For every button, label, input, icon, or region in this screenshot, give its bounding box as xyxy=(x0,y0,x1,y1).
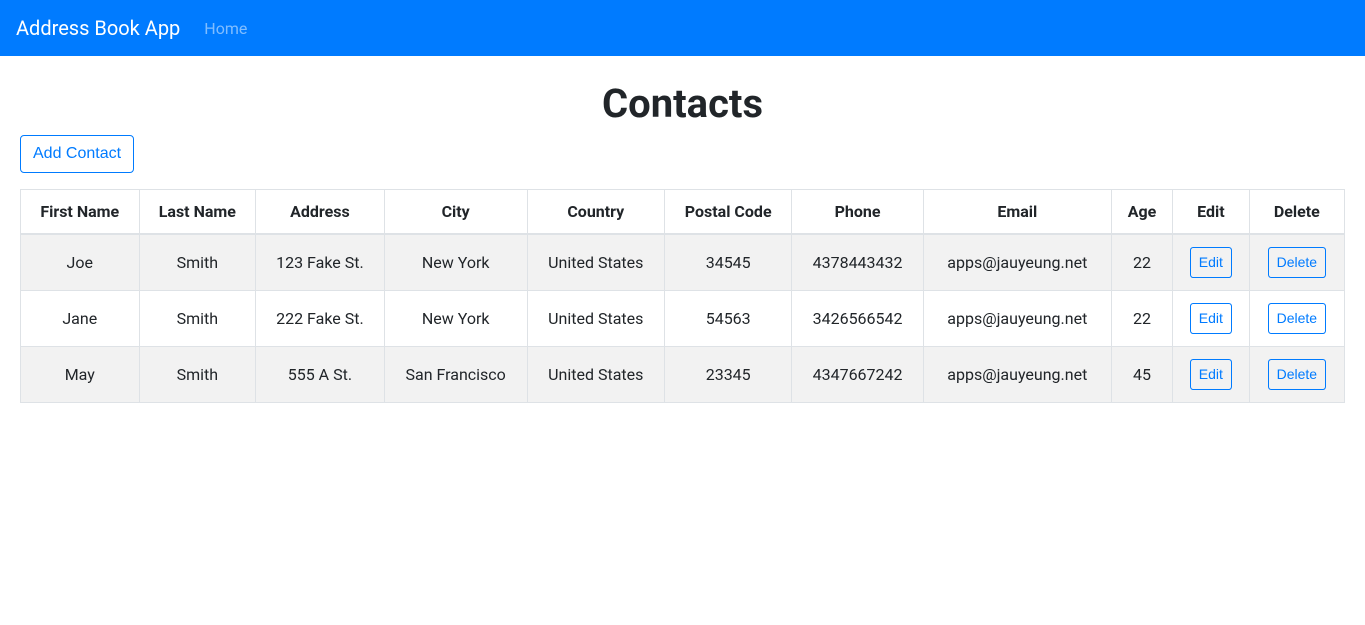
th-address: Address xyxy=(256,190,385,235)
cell-edit: Edit xyxy=(1173,291,1250,347)
cell-email: apps@jauyeung.net xyxy=(923,234,1111,291)
edit-button[interactable]: Edit xyxy=(1190,247,1232,278)
cell-first-name: Jane xyxy=(21,291,140,347)
cell-edit: Edit xyxy=(1173,347,1250,403)
cell-country: United States xyxy=(527,347,664,403)
cell-first-name: Joe xyxy=(21,234,140,291)
cell-last-name: Smith xyxy=(139,234,256,291)
edit-button[interactable]: Edit xyxy=(1190,359,1232,390)
navbar: Address Book App Home xyxy=(0,0,1365,56)
cell-last-name: Smith xyxy=(139,347,256,403)
cell-delete: Delete xyxy=(1249,347,1344,403)
cell-edit: Edit xyxy=(1173,234,1250,291)
edit-button[interactable]: Edit xyxy=(1190,303,1232,334)
th-email: Email xyxy=(923,190,1111,235)
cell-postal-code: 23345 xyxy=(664,347,792,403)
delete-button[interactable]: Delete xyxy=(1268,247,1326,278)
cell-delete: Delete xyxy=(1249,291,1344,347)
th-last-name: Last Name xyxy=(139,190,256,235)
table-row: JoeSmith123 Fake St.New YorkUnited State… xyxy=(21,234,1345,291)
page-title: Contacts xyxy=(20,80,1345,127)
cell-country: United States xyxy=(527,291,664,347)
delete-button[interactable]: Delete xyxy=(1268,359,1326,390)
cell-email: apps@jauyeung.net xyxy=(923,291,1111,347)
cell-city: New York xyxy=(384,234,527,291)
th-country: Country xyxy=(527,190,664,235)
th-first-name: First Name xyxy=(21,190,140,235)
contacts-table: First Name Last Name Address City Countr… xyxy=(20,189,1345,403)
cell-address: 123 Fake St. xyxy=(256,234,385,291)
cell-postal-code: 54563 xyxy=(664,291,792,347)
th-city: City xyxy=(384,190,527,235)
cell-phone: 4378443432 xyxy=(792,234,923,291)
table-row: JaneSmith222 Fake St.New YorkUnited Stat… xyxy=(21,291,1345,347)
cell-age: 22 xyxy=(1111,291,1172,347)
nav-link-home[interactable]: Home xyxy=(196,11,255,46)
cell-delete: Delete xyxy=(1249,234,1344,291)
cell-address: 555 A St. xyxy=(256,347,385,403)
cell-postal-code: 34545 xyxy=(664,234,792,291)
th-phone: Phone xyxy=(792,190,923,235)
cell-city: San Francisco xyxy=(384,347,527,403)
cell-email: apps@jauyeung.net xyxy=(923,347,1111,403)
delete-button[interactable]: Delete xyxy=(1268,303,1326,334)
add-contact-button[interactable]: Add Contact xyxy=(20,135,134,173)
navbar-brand[interactable]: Address Book App xyxy=(16,11,180,45)
cell-first-name: May xyxy=(21,347,140,403)
th-edit: Edit xyxy=(1173,190,1250,235)
cell-country: United States xyxy=(527,234,664,291)
cell-phone: 4347667242 xyxy=(792,347,923,403)
cell-city: New York xyxy=(384,291,527,347)
th-delete: Delete xyxy=(1249,190,1344,235)
th-age: Age xyxy=(1111,190,1172,235)
table-header-row: First Name Last Name Address City Countr… xyxy=(21,190,1345,235)
cell-last-name: Smith xyxy=(139,291,256,347)
table-row: MaySmith555 A St.San FranciscoUnited Sta… xyxy=(21,347,1345,403)
cell-age: 22 xyxy=(1111,234,1172,291)
cell-address: 222 Fake St. xyxy=(256,291,385,347)
th-postal-code: Postal Code xyxy=(664,190,792,235)
cell-phone: 3426566542 xyxy=(792,291,923,347)
cell-age: 45 xyxy=(1111,347,1172,403)
